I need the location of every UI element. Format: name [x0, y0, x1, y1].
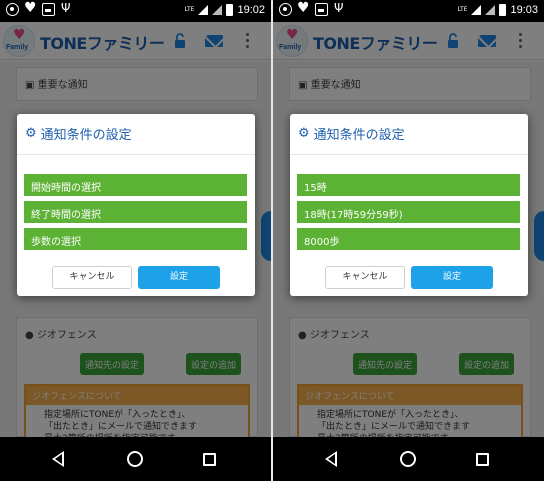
set-button[interactable]: 設定	[411, 266, 493, 289]
clock: 19:02	[237, 4, 265, 16]
battery-icon	[499, 4, 507, 16]
battery-icon	[226, 4, 234, 16]
back-icon[interactable]	[52, 451, 64, 467]
set-button[interactable]: 設定	[138, 266, 220, 289]
notify-condition-dialog: ⚙ 通知条件の設定 15時 18時(17時59分59秒) 8000歩 キャンセル…	[290, 114, 528, 296]
signal-icon-2	[485, 5, 496, 15]
dialog-title: 通知条件の設定	[40, 128, 132, 143]
cancel-button[interactable]: キャンセル	[325, 266, 405, 289]
nav-bar	[0, 437, 271, 481]
end-time-option[interactable]: 終了時間の選択	[24, 201, 247, 223]
antenna-icon	[333, 1, 346, 16]
image-icon	[315, 3, 328, 16]
network-label: LTE	[457, 6, 468, 13]
start-time-option[interactable]: 開始時間の選択	[24, 174, 247, 196]
step-count-option[interactable]: 8000歩	[297, 228, 520, 250]
phone-screen-right: LTE 19:03 ♥ Family TONEファミリー ▣ 重要な通知	[273, 0, 544, 481]
status-bar: LTE 19:03	[273, 0, 544, 22]
signal-icon	[471, 5, 482, 15]
notification-icon	[6, 3, 19, 16]
notification-icon	[279, 3, 292, 16]
status-bar: LTE 19:02	[0, 0, 271, 22]
divider	[290, 154, 528, 155]
cancel-button[interactable]: キャンセル	[52, 266, 132, 289]
nav-bar	[273, 437, 544, 481]
signal-icon	[198, 5, 209, 15]
step-count-option[interactable]: 歩数の選択	[24, 228, 247, 250]
dialog-title: 通知条件の設定	[313, 128, 405, 143]
start-time-option[interactable]: 15時	[297, 174, 520, 196]
home-icon[interactable]	[127, 451, 143, 467]
screenshot-pair: LTE 19:02 ♥ Family TONEファミリー ▣ 重要な通知	[0, 0, 544, 481]
recents-icon[interactable]	[476, 453, 489, 466]
signal-icon-2	[212, 5, 223, 15]
divider	[17, 154, 255, 155]
recents-icon[interactable]	[203, 453, 216, 466]
gear-icon: ⚙	[25, 126, 37, 141]
antenna-icon	[60, 1, 73, 16]
phone-screen-left: LTE 19:02 ♥ Family TONEファミリー ▣ 重要な通知	[0, 0, 271, 481]
heart-icon	[24, 0, 37, 16]
home-icon[interactable]	[400, 451, 416, 467]
end-time-option[interactable]: 18時(17時59分59秒)	[297, 201, 520, 223]
network-label: LTE	[184, 6, 195, 13]
back-icon[interactable]	[325, 451, 337, 467]
gear-icon: ⚙	[298, 126, 310, 141]
image-icon	[42, 3, 55, 16]
heart-icon	[297, 0, 310, 16]
notify-condition-dialog: ⚙ 通知条件の設定 開始時間の選択 終了時間の選択 歩数の選択 キャンセル 設定	[17, 114, 255, 296]
clock: 19:03	[510, 4, 538, 16]
